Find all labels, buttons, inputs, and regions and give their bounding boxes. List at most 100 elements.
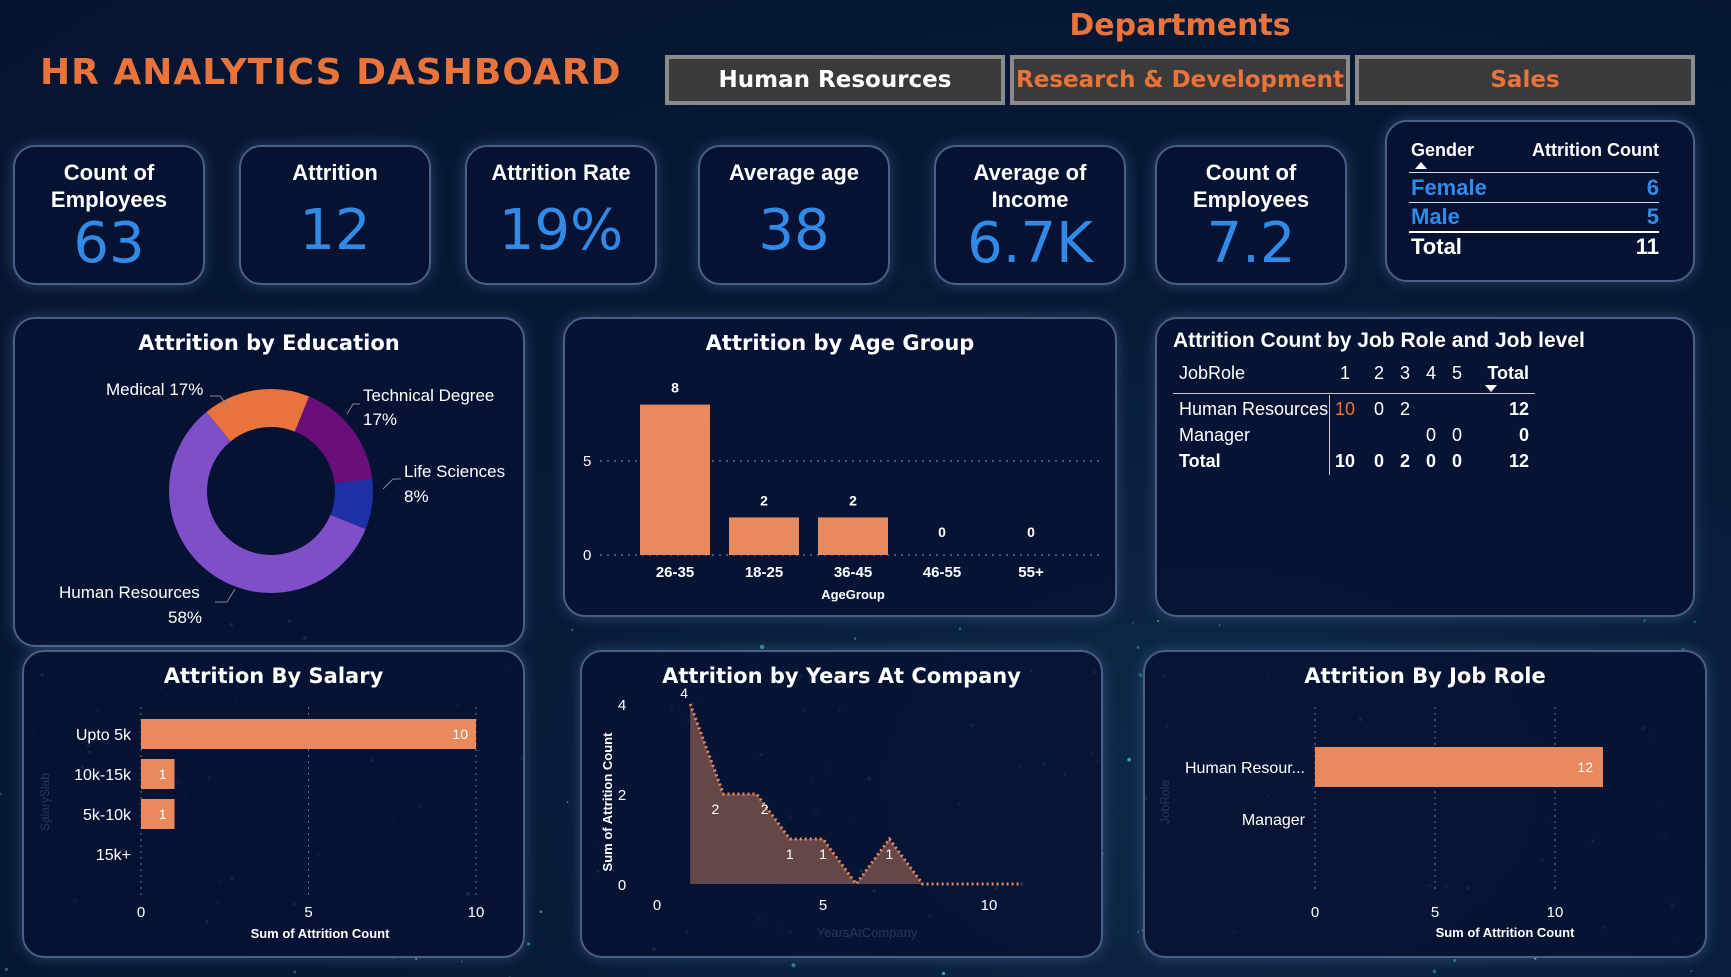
matrix-cell: 0 xyxy=(1451,425,1462,445)
data-label: 2 xyxy=(849,492,857,508)
matrix-total-cell: 0 xyxy=(1451,451,1462,471)
x-tick-label: 5 xyxy=(819,897,827,914)
particle-dot xyxy=(1137,930,1140,934)
jobrole-bar-chart-card: Attrition By Job Role 0 5 10 Human Resour.… xyxy=(1143,650,1707,958)
particle-dot xyxy=(1136,645,1140,649)
matrix-cell: 0 xyxy=(1373,399,1384,419)
x-axis-title: Sum of Attrition Count xyxy=(251,926,391,941)
gender-row-value-female: 6 xyxy=(1646,175,1659,200)
y-tick-label: Upto 5k xyxy=(76,727,132,744)
department-button-research-development[interactable]: Research & Development xyxy=(1010,55,1350,105)
department-button-human-resources[interactable]: Human Resources xyxy=(665,55,1005,105)
salary-chart-card: Attrition By Salary 0 5 10 Upto 5k 10 10k-15… xyxy=(22,650,525,958)
x-tick-label: 18-25 xyxy=(745,564,783,581)
particle-dot xyxy=(1432,969,1437,974)
donut-slice-life-sciences[interactable] xyxy=(330,478,373,530)
particle-dot xyxy=(1138,673,1143,677)
age-bar-26-35[interactable] xyxy=(640,404,710,555)
gender-row-label-male[interactable]: Male xyxy=(1411,204,1460,230)
x-axis-title: YearsAtCompany xyxy=(817,925,918,940)
leader-line xyxy=(346,403,360,415)
matrix-header-level[interactable]: 3 xyxy=(1397,363,1413,384)
slice-label-human-resources: Human Resources xyxy=(59,583,200,602)
gender-column-header[interactable]: Gender xyxy=(1411,140,1474,161)
kpi-card-average-income: Average of Income 6.7K xyxy=(934,145,1126,285)
matrix-cell: 0 xyxy=(1425,425,1436,445)
x-tick-label: 36-45 xyxy=(834,564,872,581)
attrition-count-column-header[interactable]: Attrition Count xyxy=(1499,140,1659,161)
slice-value-human-resources: 58% xyxy=(168,608,202,627)
slice-value-life-sciences: 8% xyxy=(404,487,429,506)
kpi-label: Attrition xyxy=(292,160,378,185)
particle-dot xyxy=(1127,757,1132,762)
matrix-row-total: 0 xyxy=(1518,425,1529,445)
particle-dot xyxy=(1157,619,1160,623)
matrix-header-level[interactable]: 4 xyxy=(1423,363,1439,384)
panel-title: Attrition Count by Job Role and Job leve… xyxy=(1173,329,1585,352)
x-axis-title: Sum of Attrition Count xyxy=(1436,925,1576,940)
y-tick-label: 10k-15k xyxy=(74,767,132,784)
donut-slice-technical-degree[interactable] xyxy=(294,396,373,485)
matrix-total-label: Total xyxy=(1179,451,1221,471)
x-tick-label: 0 xyxy=(137,904,145,921)
kpi-value: 12 xyxy=(299,198,371,263)
matrix-row-total: 12 xyxy=(1508,399,1529,419)
y-tick-label: Human Resour... xyxy=(1185,760,1305,777)
x-tick-label: 10 xyxy=(981,897,998,914)
y-tick-label: 5 xyxy=(583,453,591,470)
svg-text:Medical 17%: Medical 17% xyxy=(106,380,203,399)
area-fill xyxy=(690,704,1023,884)
matrix-total-cell: 0 xyxy=(1425,451,1436,471)
jobrole-bar-chart: 0 5 10 Human Resour... 12 Manager JobRole Su… xyxy=(1158,707,1603,940)
gender-row-label-female[interactable]: Female xyxy=(1411,175,1487,201)
gender-total-value: 11 xyxy=(1635,234,1659,259)
particle-dot xyxy=(527,942,531,946)
y-tick-label: 5k-10k xyxy=(83,807,132,824)
x-tick-label: 0 xyxy=(1311,904,1319,921)
age-group-bar-chart: 5 0 8 26-35 2 18-25 2 36-45 0 46-55 0 55+ AgeGrou… xyxy=(583,380,1100,602)
kpi-label: Average of Income xyxy=(973,160,1087,212)
matrix-header-jobrole[interactable]: JobRole xyxy=(1179,363,1245,384)
departments-title: Departments xyxy=(1069,8,1291,43)
age-bar-36-45[interactable] xyxy=(818,517,888,555)
matrix-total-cell: 10 xyxy=(1335,451,1356,471)
kpi-value: 6.7K xyxy=(967,211,1093,276)
department-button-sales[interactable]: Sales xyxy=(1355,55,1695,105)
y-axis-title: SalarySlab xyxy=(38,773,52,831)
salary-bar-chart: 0 5 10 Upto 5k 10 10k-15k 1 5k-10k 1 15k+ Salary… xyxy=(38,707,484,941)
data-label: 12 xyxy=(1577,759,1593,775)
kpi-card-count-of-employees: Count of Employees 63 xyxy=(13,145,205,285)
leader-line xyxy=(382,478,401,490)
divider xyxy=(1329,395,1330,475)
x-axis-title: AgeGroup xyxy=(821,587,885,602)
particle-dot xyxy=(566,801,569,804)
salary-bar[interactable] xyxy=(141,719,476,749)
matrix-row-label[interactable]: Human Resources xyxy=(1179,399,1328,420)
particle-dot xyxy=(539,910,543,914)
kpi-card-average-age: Average age 38 xyxy=(698,145,890,285)
jobrole-bar[interactable] xyxy=(1315,747,1603,787)
particle-dot xyxy=(293,970,297,974)
jobrole-joblevel-matrix-card: Attrition Count by Job Role and Job leve… xyxy=(1155,317,1695,617)
sort-descending-icon xyxy=(1485,385,1497,392)
data-label: 2 xyxy=(760,492,768,508)
y-axis-title: JobRole xyxy=(1158,780,1172,824)
kpi-label: Count of Employees xyxy=(1192,160,1310,212)
kpi-value: 63 xyxy=(73,211,145,276)
particle-dot xyxy=(1693,620,1696,623)
matrix-header-level[interactable]: 1 xyxy=(1337,363,1353,384)
data-label: 2 xyxy=(712,801,720,817)
data-label: 10 xyxy=(452,726,468,742)
matrix-row-label[interactable]: Manager xyxy=(1179,425,1250,446)
matrix-header-total[interactable]: Total xyxy=(1475,363,1529,384)
age-bar-18-25[interactable] xyxy=(729,517,799,555)
data-label: 1 xyxy=(819,846,827,862)
donut-slice-medical[interactable] xyxy=(206,389,310,442)
matrix-header-level[interactable]: 5 xyxy=(1449,363,1465,384)
dashboard-title: HR ANALYTICS DASHBOARD xyxy=(40,52,622,93)
divider xyxy=(1409,202,1659,203)
kpi-card-count-of-employees-2: Count of Employees 7.2 xyxy=(1155,145,1347,285)
divider xyxy=(1409,172,1659,173)
particle-dot xyxy=(571,628,574,631)
matrix-header-level[interactable]: 2 xyxy=(1371,363,1387,384)
